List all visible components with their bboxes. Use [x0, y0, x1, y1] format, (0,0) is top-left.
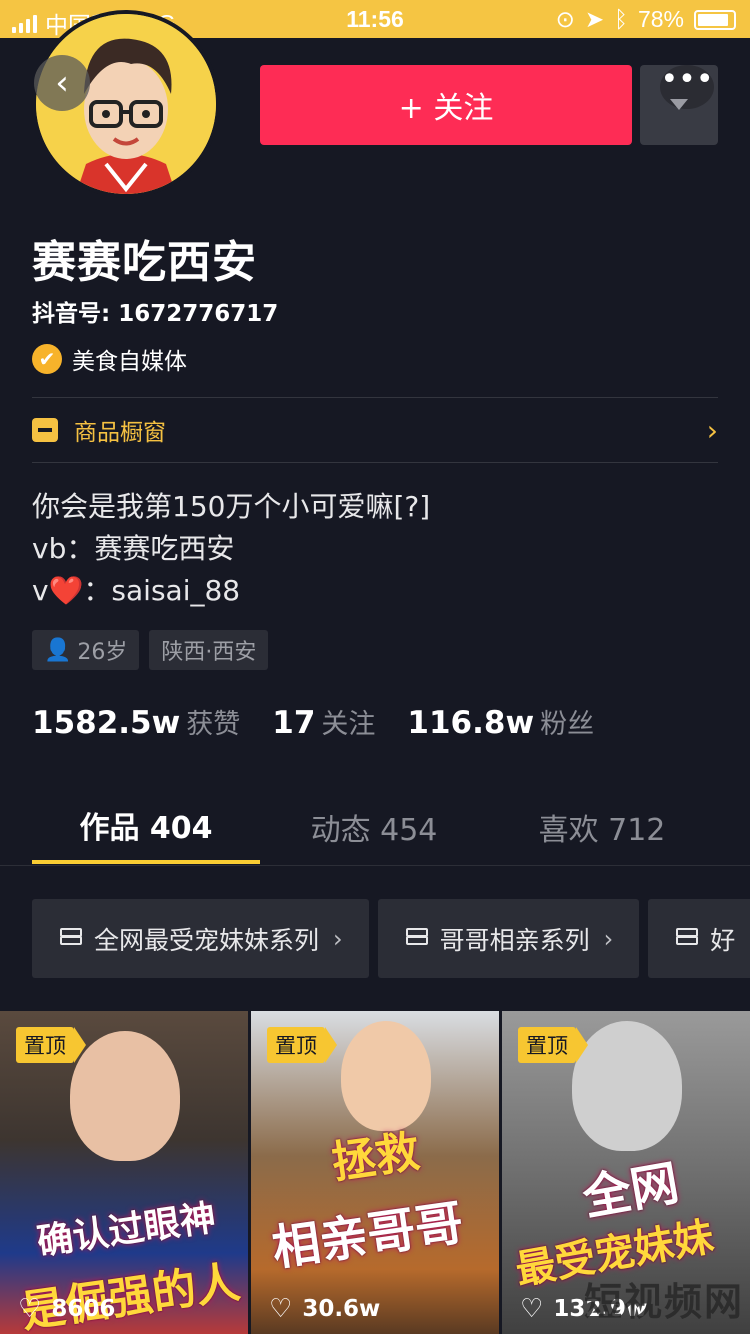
- person-icon: 👤: [44, 637, 72, 663]
- layers-icon: [58, 927, 84, 950]
- likes-count: 1582.5w: [32, 705, 181, 741]
- chevron-right-icon: ›: [333, 924, 343, 953]
- location-icon: ➤: [584, 6, 605, 32]
- collection-label: 哥哥相亲系列: [439, 925, 590, 955]
- shop-label: 商品橱窗: [74, 420, 166, 446]
- back-button[interactable]: ‹: [34, 55, 90, 111]
- more-button[interactable]: •••: [640, 65, 718, 145]
- bio-line: vb：赛赛吃西安: [32, 532, 235, 565]
- pinned-badge: 置顶: [267, 1027, 337, 1063]
- tab-likes[interactable]: 喜欢 712: [488, 790, 716, 864]
- age-tag: 👤 26岁: [32, 630, 140, 670]
- stats-row: 1582.5w 获赞 17 关注 116.8w 粉丝: [32, 702, 626, 741]
- pinned-badge: 置顶: [518, 1027, 588, 1063]
- profile-tags: 👤 26岁 陕西·西安: [32, 630, 269, 670]
- layers-icon: [674, 927, 700, 950]
- battery-percent: 78%: [637, 6, 684, 32]
- collection-label: 好: [710, 925, 736, 955]
- watermark: 短视频网: [583, 1280, 744, 1324]
- collection-label: 全网最受宠妹妹系列: [94, 925, 320, 955]
- collection-chips: 全网最受宠妹妹系列 › 哥哥相亲系列 › 好: [32, 899, 750, 978]
- likes-value: 30.6w: [302, 1296, 381, 1322]
- follow-button[interactable]: + 关注: [260, 65, 632, 145]
- bio-line: v❤️：saisai_88: [32, 574, 241, 607]
- age-label: 26岁: [77, 640, 128, 665]
- thumbnail-person: [572, 1021, 682, 1151]
- bio-line: 你会是我第150万个小可爱嘛[?]: [32, 490, 431, 523]
- shop-icon: [32, 418, 58, 442]
- pinned-badge: 置顶: [16, 1027, 86, 1063]
- collection-chip[interactable]: 哥哥相亲系列 ›: [377, 899, 640, 978]
- tab-moments[interactable]: 动态 454: [260, 790, 488, 864]
- tab-works[interactable]: 作品 404: [32, 790, 260, 864]
- video-likes: ♡ 8606: [18, 1294, 115, 1324]
- verified-check-icon: ✔: [32, 344, 62, 374]
- bluetooth-icon: ᛒ: [614, 6, 628, 32]
- profile-name: 赛赛吃西安: [32, 237, 257, 288]
- heart-icon: ♡: [520, 1294, 544, 1324]
- video-thumbnail[interactable]: 置顶 全网 最受宠妹妹 ♡ 132.9w 短视频网: [502, 1011, 750, 1334]
- collection-chip[interactable]: 全网最受宠妹妹系列 ›: [32, 899, 369, 978]
- verification-badge: ✔ 美食自媒体: [32, 342, 187, 376]
- thumbnail-person: [341, 1021, 431, 1131]
- video-caption: 相亲哥哥: [268, 1194, 467, 1278]
- likes-value: 8606: [51, 1296, 116, 1322]
- douyin-id: 抖音号: 1672776717: [32, 301, 279, 327]
- likes-label: 获赞: [186, 709, 241, 740]
- verification-label: 美食自媒体: [72, 349, 187, 375]
- location-label: 陕西·西安: [161, 640, 257, 665]
- status-right: ⊙ ➤ ᛒ 78%: [556, 6, 736, 33]
- video-thumbnail[interactable]: 置顶 拯救 相亲哥哥 ♡ 30.6w: [251, 1011, 499, 1334]
- video-likes: ♡ 30.6w: [269, 1294, 380, 1324]
- thumbnail-person: [70, 1031, 180, 1161]
- bio: 你会是我第150万个小可爱嘛[?] vb：赛赛吃西安 v❤️：saisai_88: [32, 486, 430, 612]
- followers-count[interactable]: 116.8w: [407, 705, 534, 741]
- chevron-right-icon: ›: [706, 413, 718, 447]
- shop-window-link[interactable]: 商品橱窗 ›: [32, 398, 718, 462]
- heart-icon: ♡: [269, 1294, 293, 1324]
- video-grid: 置顶 确认过眼神 是倔强的人 ♡ 8606 置顶 拯救 相亲哥哥 ♡ 30.6w…: [0, 1011, 750, 1334]
- video-thumbnail[interactable]: 置顶 确认过眼神 是倔强的人 ♡ 8606: [0, 1011, 248, 1334]
- chevron-left-icon: ‹: [55, 63, 69, 103]
- heart-icon: ♡: [18, 1294, 42, 1324]
- following-count[interactable]: 17: [272, 705, 315, 741]
- orientation-lock-icon: ⊙: [555, 6, 575, 32]
- location-tag: 陕西·西安: [149, 630, 269, 670]
- video-caption: 拯救: [328, 1126, 423, 1189]
- chevron-right-icon: ›: [603, 924, 614, 953]
- following-label[interactable]: 关注: [321, 702, 375, 741]
- layers-icon: [404, 927, 430, 950]
- followers-label[interactable]: 粉丝: [540, 702, 594, 741]
- profile-tabs: 作品 404 动态 454 喜欢 712: [0, 790, 750, 866]
- collection-chip[interactable]: 好: [648, 899, 750, 978]
- divider: [32, 462, 718, 463]
- battery-icon: [694, 9, 736, 30]
- dropdown-triangle-icon: [670, 99, 688, 110]
